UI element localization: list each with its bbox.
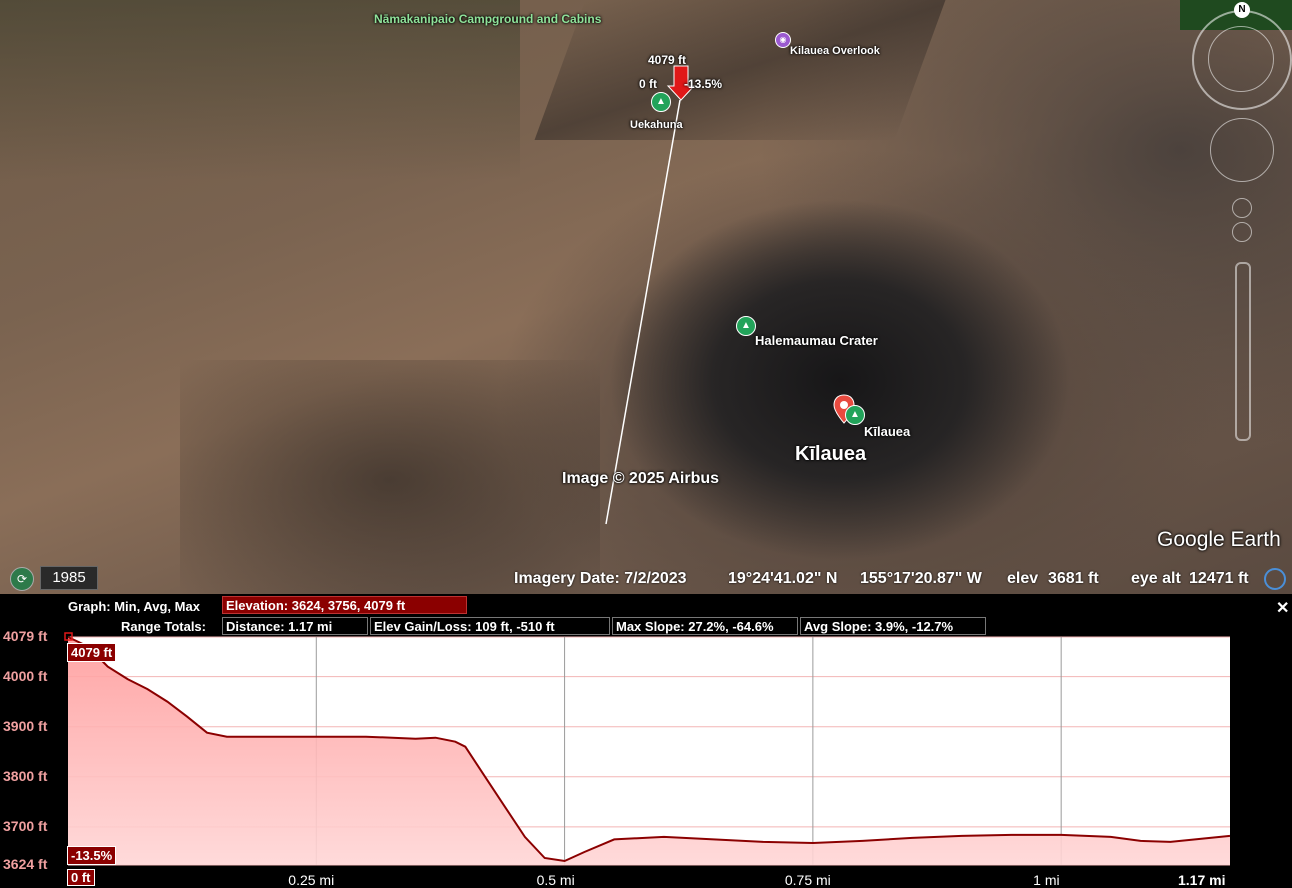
- map-view[interactable]: Nāmakanipaio Campground and Cabins ◉ Kil…: [0, 0, 1292, 594]
- x-tick-label: 0.5 mi: [536, 872, 575, 888]
- range-totals-label: Range Totals:: [121, 619, 206, 634]
- overlook-icon[interactable]: ◉: [775, 32, 791, 48]
- x-tick-label: 1 mi: [1033, 872, 1060, 888]
- path-slope-label: -13.5%: [684, 77, 723, 91]
- elev-label: elev: [1007, 570, 1039, 587]
- x-tick-label: 0.25 mi: [288, 872, 335, 888]
- loading-spinner-icon: [1264, 568, 1286, 590]
- y-tick-label: 3800 ft: [3, 767, 48, 784]
- path-elev-label: 4079 ft: [648, 53, 687, 67]
- elevation-stats-box: Elevation: 3624, 3756, 4079 ft: [222, 596, 467, 614]
- move-joystick[interactable]: [1210, 118, 1274, 182]
- imagery-copyright: Image © 2025 Airbus: [562, 470, 720, 487]
- y-tick-label: 3700 ft: [3, 817, 48, 834]
- zoom-slider[interactable]: [1235, 262, 1251, 441]
- street-view-icon[interactable]: [1232, 198, 1252, 218]
- imagery-date: Imagery Date: 7/2/2023: [514, 570, 687, 587]
- historical-imagery-icon[interactable]: ⟳: [10, 567, 34, 591]
- max-slope-box: Max Slope: 27.2%, -64.6%: [612, 617, 798, 635]
- y-tick-label: 3624 ft: [3, 856, 48, 872]
- y-tick-label: 4000 ft: [3, 667, 48, 684]
- elev-value: 3681 ft: [1048, 570, 1099, 587]
- label-halemaumau[interactable]: Halemaumau Crater: [755, 333, 878, 348]
- x-tick-label: 0.75 mi: [784, 872, 831, 888]
- label-kilauea-small[interactable]: Kīlauea: [864, 424, 910, 439]
- longitude: 155°17'20.87" W: [860, 570, 982, 587]
- label-uekahuna[interactable]: Uekahuna: [630, 119, 683, 131]
- google-earth-watermark: Google Earth: [1157, 528, 1281, 551]
- eye-alt-label: eye alt: [1131, 570, 1181, 587]
- mountain-icon[interactable]: ▲: [736, 316, 756, 336]
- zoom-in-button[interactable]: [1232, 222, 1252, 242]
- distance-box: Distance: 1.17 mi: [222, 617, 368, 635]
- path-line: [605, 99, 681, 525]
- x-tick-label: 1.17 mi: [1178, 872, 1226, 888]
- path-dist-label: 0 ft: [639, 77, 657, 91]
- label-overlook[interactable]: Kilauea Overlook: [790, 45, 880, 57]
- label-kilauea-region: Kīlauea: [795, 443, 867, 465]
- y-tick-label: 4079 ft: [3, 628, 48, 644]
- historical-year-box[interactable]: 1985: [40, 566, 98, 590]
- latitude: 19°24'41.02" N: [728, 570, 838, 587]
- eye-alt-value: 12471 ft: [1189, 570, 1249, 587]
- tree-icon[interactable]: ▲: [651, 92, 671, 112]
- avg-slope-box: Avg Slope: 3.9%, -12.7%: [800, 617, 986, 635]
- north-button[interactable]: N: [1234, 2, 1250, 18]
- label-campground[interactable]: Nāmakanipaio Campground and Cabins: [374, 12, 601, 26]
- graph-label: Graph: Min, Avg, Max: [68, 599, 200, 614]
- elev-gain-loss-box: Elev Gain/Loss: 109 ft, -510 ft: [370, 617, 610, 635]
- close-profile-button[interactable]: ✕: [1276, 598, 1289, 618]
- y-tick-label: 3900 ft: [3, 717, 48, 734]
- cursor-dist-tag: 0 ft: [67, 869, 95, 886]
- look-joystick[interactable]: [1208, 26, 1274, 92]
- cursor-slope-tag: -13.5%: [67, 846, 117, 865]
- volcano-icon[interactable]: ▲: [845, 405, 865, 425]
- elevation-profile-panel: [0, 594, 1292, 888]
- cursor-elev-tag: 4079 ft: [67, 643, 117, 662]
